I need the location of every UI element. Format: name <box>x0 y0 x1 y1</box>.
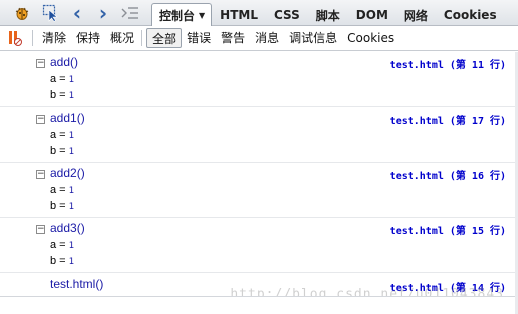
variable-value[interactable]: 1 <box>69 202 74 212</box>
variable-row: a = 1 <box>50 73 74 85</box>
variable-value[interactable]: 1 <box>69 91 74 101</box>
variable-name: a = <box>50 239 69 251</box>
variable-name: a = <box>50 184 69 196</box>
variable-row: a = 1 <box>50 129 74 141</box>
forward-icon[interactable]: › <box>94 3 112 23</box>
tab-cookies[interactable]: Cookies <box>436 4 505 26</box>
filter-errors-button[interactable]: 错误 <box>182 28 216 48</box>
variable-value[interactable]: 1 <box>69 186 74 196</box>
source-location-link[interactable]: test.html (第 15 行) <box>390 222 506 237</box>
variable-row: b = 1 <box>50 145 74 157</box>
filter-warnings-button[interactable]: 警告 <box>216 28 250 48</box>
variable-row: b = 1 <box>50 200 74 212</box>
variable-name: b = <box>50 255 69 267</box>
variable-name: a = <box>50 129 69 141</box>
variable-row: b = 1 <box>50 255 74 267</box>
function-name[interactable]: test.html() <box>50 277 103 291</box>
panel-tabs: 控制台 ▼ HTML CSS 脚本 DOM 网络 Cookies <box>151 1 505 27</box>
filter-debug-button[interactable]: 调试信息 <box>284 28 342 48</box>
console-group: − add3() test.html (第 15 行) a = 1 b = 1 <box>0 218 518 273</box>
profile-button[interactable]: 概况 <box>105 28 139 48</box>
command-line[interactable] <box>0 296 518 314</box>
variable-value[interactable]: 1 <box>69 241 74 251</box>
variable-value[interactable]: 1 <box>69 131 74 141</box>
command-editor-icon[interactable] <box>119 3 141 23</box>
console-group: − add2() test.html (第 16 行) a = 1 b = 1 <box>0 163 518 218</box>
collapse-icon[interactable]: − <box>36 59 45 68</box>
tab-html[interactable]: HTML <box>212 4 266 26</box>
filter-cookies-button[interactable]: Cookies <box>342 28 399 48</box>
chevron-down-icon[interactable]: ▼ <box>199 11 205 20</box>
source-location-link[interactable]: test.html (第 16 行) <box>390 167 506 182</box>
console-group: − add1() test.html (第 17 行) a = 1 b = 1 <box>0 108 518 163</box>
tab-script[interactable]: 脚本 <box>308 4 348 26</box>
filter-all-button[interactable]: 全部 <box>146 28 183 48</box>
variable-row: a = 1 <box>50 239 74 251</box>
variable-value[interactable]: 1 <box>69 75 74 85</box>
back-icon[interactable]: ‹ <box>68 3 86 23</box>
variable-value[interactable]: 1 <box>69 257 74 267</box>
variable-row: a = 1 <box>50 184 74 196</box>
group-function-name[interactable]: add3() <box>50 221 85 235</box>
variable-row: b = 1 <box>50 89 74 101</box>
clear-button[interactable]: 清除 <box>37 28 71 48</box>
toolbar-divider <box>32 30 33 46</box>
tab-console-label: 控制台 <box>159 9 196 23</box>
tab-network[interactable]: 网络 <box>396 4 436 26</box>
variable-name: b = <box>50 145 69 157</box>
group-function-name[interactable]: add1() <box>50 111 85 125</box>
toolbar-divider <box>141 30 143 46</box>
filter-info-button[interactable]: 消息 <box>250 28 284 48</box>
console-output: − add() test.html (第 11 行) a = 1 b = 1 −… <box>0 52 518 296</box>
persist-button[interactable]: 保持 <box>71 28 105 48</box>
firebug-icon[interactable] <box>11 3 33 23</box>
console-group: − add() test.html (第 11 行) a = 1 b = 1 <box>0 52 518 107</box>
inspect-icon[interactable] <box>40 3 62 23</box>
tab-dom[interactable]: DOM <box>348 4 396 26</box>
group-function-name[interactable]: add() <box>50 55 78 69</box>
collapse-icon[interactable]: − <box>36 225 45 234</box>
variable-name: b = <box>50 200 69 212</box>
firebug-toolbar: ‹ › 控制台 ▼ HTML CSS 脚本 DOM 网络 Cookies <box>0 0 518 27</box>
collapse-icon[interactable]: − <box>36 170 45 179</box>
variable-name: a = <box>50 73 69 85</box>
console-filter-bar: 清除 保持 概况 全部 错误 警告 消息 调试信息 Cookies <box>0 26 518 51</box>
collapse-icon[interactable]: − <box>36 115 45 124</box>
group-function-name[interactable]: add2() <box>50 166 85 180</box>
variable-value[interactable]: 1 <box>69 147 74 157</box>
pause-icon[interactable] <box>0 26 30 51</box>
source-location-link[interactable]: test.html (第 11 行) <box>390 56 506 71</box>
variable-name: b = <box>50 89 69 101</box>
tab-console[interactable]: 控制台 ▼ <box>151 3 213 27</box>
tab-css[interactable]: CSS <box>266 4 308 26</box>
source-location-link[interactable]: test.html (第 17 行) <box>390 112 506 127</box>
